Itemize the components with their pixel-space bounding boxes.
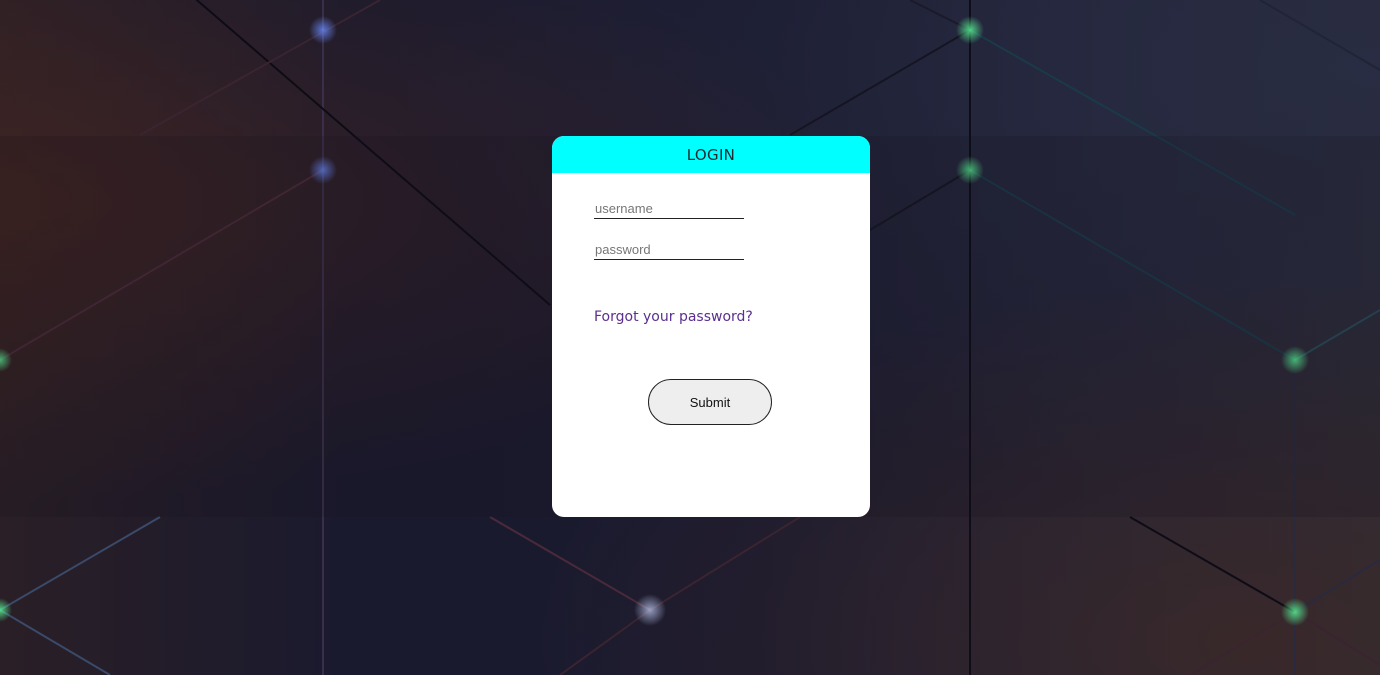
- forgot-password-link[interactable]: Forgot your password?: [594, 309, 753, 325]
- login-header: LOGIN: [552, 136, 870, 173]
- password-input[interactable]: [594, 239, 744, 260]
- submit-button[interactable]: Submit: [648, 379, 772, 425]
- login-title: LOGIN: [686, 145, 736, 164]
- username-input[interactable]: [594, 198, 744, 219]
- login-card: LOGIN Forgot your password? Submit: [552, 136, 870, 517]
